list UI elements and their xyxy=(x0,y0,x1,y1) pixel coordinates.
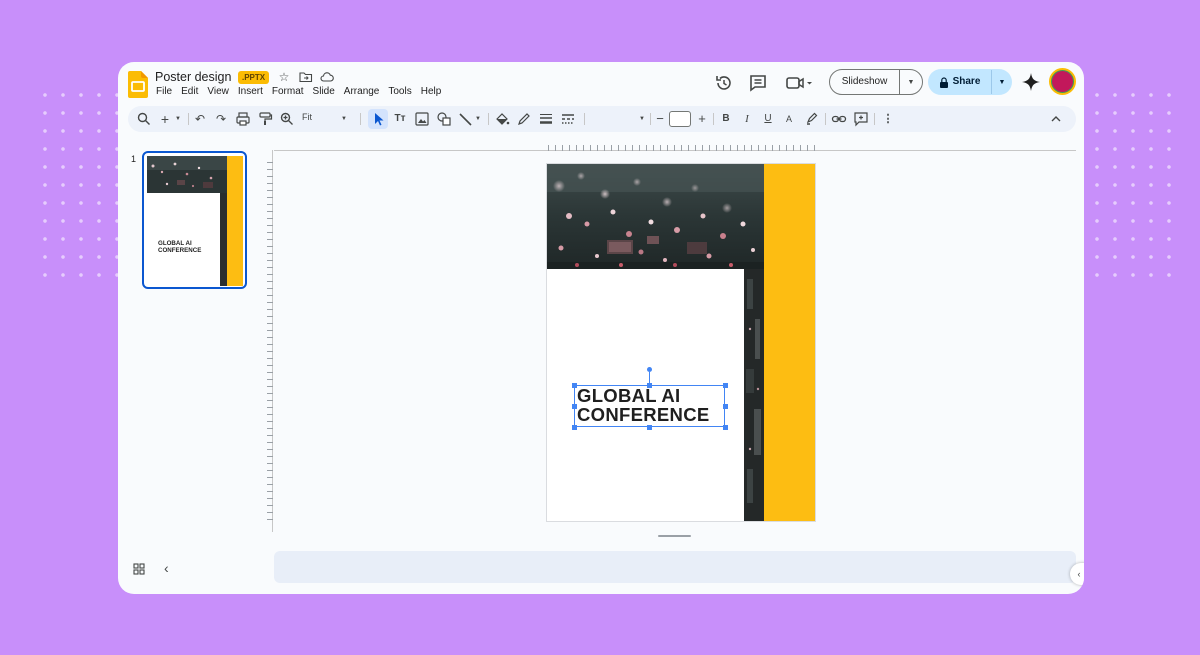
decrease-font-size-icon[interactable]: − xyxy=(652,111,668,127)
undo-icon[interactable]: ↶ xyxy=(192,111,208,127)
thumbnail-circuit-image xyxy=(147,156,227,193)
select-cursor-icon[interactable] xyxy=(368,109,388,129)
share-dropdown-icon[interactable]: ▼ xyxy=(992,79,1012,86)
menu-slide[interactable]: Slide xyxy=(313,86,335,97)
lock-icon xyxy=(939,76,948,88)
toolbar-divider xyxy=(488,113,489,125)
toolbar-divider xyxy=(874,113,875,125)
resize-handle-bottom[interactable] xyxy=(647,425,652,430)
vertical-ruler-ticks xyxy=(267,162,273,522)
circuit-strip xyxy=(744,269,764,521)
slideshow-dropdown-icon[interactable]: ▼ xyxy=(900,79,922,86)
collapse-filmstrip-chevron-icon[interactable]: ‹ xyxy=(164,560,169,576)
menu-bar: File Edit View Insert Format Slide Arran… xyxy=(156,86,441,97)
menu-file[interactable]: File xyxy=(156,86,172,97)
insert-link-icon[interactable] xyxy=(831,111,847,127)
resize-handle-left[interactable] xyxy=(572,404,577,409)
highlight-color-icon[interactable] xyxy=(804,111,820,127)
file-format-badge: .PPTX xyxy=(238,71,270,84)
border-dash-icon[interactable] xyxy=(560,111,576,127)
zoom-dropdown-icon[interactable]: ▼ xyxy=(336,111,352,127)
rotation-handle[interactable] xyxy=(647,367,652,372)
toolbar-divider xyxy=(584,113,585,125)
horizontal-ruler-ticks xyxy=(548,145,816,151)
menu-help[interactable]: Help xyxy=(421,86,442,97)
add-comment-icon[interactable] xyxy=(853,111,869,127)
slideshow-button[interactable]: Slideshow ▼ xyxy=(829,69,923,95)
decorative-dots-left xyxy=(36,86,126,286)
increase-font-size-icon[interactable]: + xyxy=(694,111,710,127)
underline-icon[interactable]: U xyxy=(760,111,776,127)
slides-app-window: Poster design .PPTX ☆ File Edit View Ins… xyxy=(118,62,1084,594)
speaker-notes-panel[interactable] xyxy=(274,551,1076,583)
toolbar-divider xyxy=(650,113,651,125)
resize-handle-bottom-left[interactable] xyxy=(572,425,577,430)
slide-number: 1 xyxy=(131,154,137,164)
border-weight-icon[interactable] xyxy=(538,111,554,127)
new-slide-dropdown-icon[interactable]: ▼ xyxy=(170,111,186,127)
menu-format[interactable]: Format xyxy=(272,86,304,97)
bold-icon[interactable]: B xyxy=(718,111,734,127)
share-label: Share xyxy=(952,76,981,87)
resize-handle-top-left[interactable] xyxy=(572,383,577,388)
notes-resize-handle[interactable] xyxy=(658,535,691,537)
zoom-icon[interactable] xyxy=(279,111,295,127)
font-dropdown-icon[interactable]: ▼ xyxy=(634,111,650,127)
italic-icon[interactable]: I xyxy=(739,111,755,127)
formatting-toolbar: + ▼ ↶ ↷ Fit ▼ Tт ▼ ▼ − + B I U A ⋮ xyxy=(128,106,1076,132)
toolbar-divider xyxy=(188,113,189,125)
fill-color-icon[interactable] xyxy=(494,111,510,127)
toolbar-divider xyxy=(360,113,361,125)
slideshow-label[interactable]: Slideshow xyxy=(830,70,900,94)
decorative-dots-right xyxy=(1088,86,1178,286)
redo-icon[interactable]: ↷ xyxy=(213,111,229,127)
zoom-level[interactable]: Fit xyxy=(302,112,312,122)
menu-view[interactable]: View xyxy=(207,86,229,97)
poster-headline[interactable]: GLOBAL AI CONFERENCE xyxy=(577,386,710,424)
menu-insert[interactable]: Insert xyxy=(238,86,263,97)
slide-canvas[interactable] xyxy=(546,163,816,522)
text-box-icon[interactable]: Tт xyxy=(392,111,408,127)
gemini-sparkle-icon[interactable] xyxy=(1021,72,1041,92)
border-color-icon[interactable] xyxy=(516,111,532,127)
text-color-icon[interactable]: A xyxy=(781,111,797,127)
collapse-toolbar-chevron-icon[interactable] xyxy=(1048,111,1064,127)
line-dropdown-icon[interactable]: ▼ xyxy=(470,111,486,127)
toolbar-divider xyxy=(713,113,714,125)
share-main[interactable]: Share xyxy=(928,70,992,94)
move-folder-icon[interactable] xyxy=(299,70,313,84)
menu-arrange[interactable]: Arrange xyxy=(344,86,380,97)
resize-handle-right[interactable] xyxy=(723,404,728,409)
circuit-board-photo[interactable] xyxy=(547,164,764,269)
menu-edit[interactable]: Edit xyxy=(181,86,198,97)
resize-handle-top[interactable] xyxy=(647,383,652,388)
star-icon[interactable]: ☆ xyxy=(277,70,291,84)
share-button[interactable]: Share ▼ xyxy=(928,69,1012,95)
slide-thumbnail[interactable]: GLOBAL AI CONFERENCE xyxy=(142,151,247,289)
image-icon[interactable] xyxy=(414,111,430,127)
toolbar-divider xyxy=(825,113,826,125)
user-avatar[interactable] xyxy=(1049,68,1076,95)
shape-icon[interactable] xyxy=(436,111,452,127)
more-options-icon[interactable]: ⋮ xyxy=(880,111,896,127)
resize-handle-bottom-right[interactable] xyxy=(723,425,728,430)
slides-logo-icon[interactable] xyxy=(128,71,148,98)
paint-format-icon[interactable] xyxy=(257,111,273,127)
resize-handle-top-right[interactable] xyxy=(723,383,728,388)
print-icon[interactable] xyxy=(235,111,251,127)
document-title[interactable]: Poster design xyxy=(155,70,231,84)
version-history-icon[interactable] xyxy=(713,72,735,94)
meet-camera-icon[interactable] xyxy=(785,72,815,94)
grid-view-icon[interactable] xyxy=(132,562,146,576)
search-menus-icon[interactable] xyxy=(136,111,152,127)
thumbnail-title: GLOBAL AI CONFERENCE xyxy=(158,240,202,254)
yellow-accent-bar[interactable] xyxy=(764,164,815,521)
font-size-input[interactable] xyxy=(669,111,691,127)
menu-tools[interactable]: Tools xyxy=(388,86,411,97)
cloud-status-icon[interactable] xyxy=(320,70,334,84)
comments-icon[interactable] xyxy=(747,72,769,94)
